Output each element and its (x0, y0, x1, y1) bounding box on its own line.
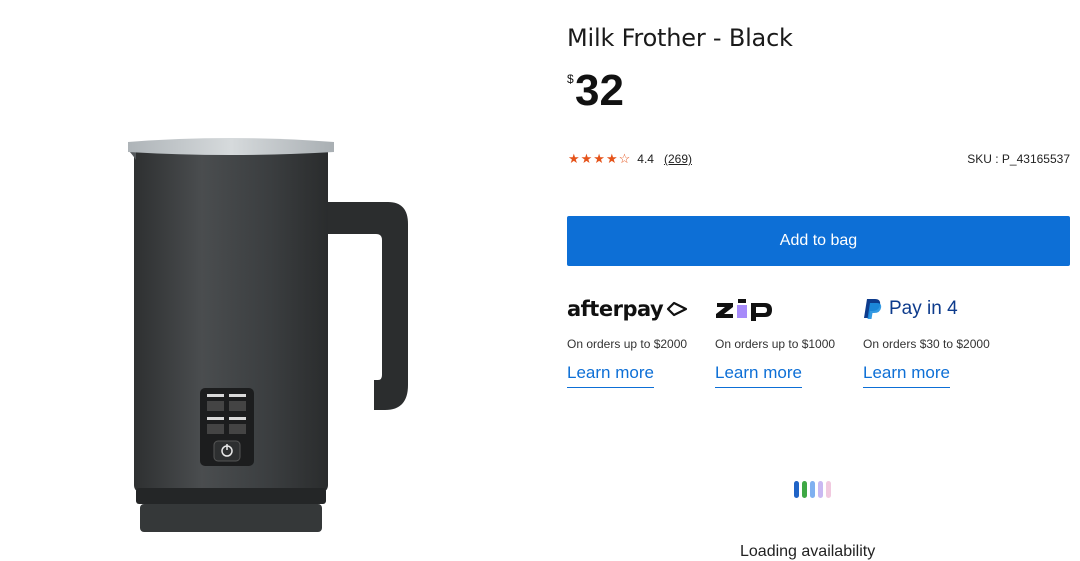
paypal-learn-more-link[interactable]: Learn more (863, 363, 950, 388)
loader-bar (802, 481, 807, 498)
loading-availability-text: Loading availability (740, 543, 876, 560)
loader-bar (810, 481, 815, 498)
loader-bar (818, 481, 823, 498)
afterpay-logo: afterpay (567, 294, 707, 324)
payment-option-zip: On orders up to $1000 Learn more (715, 294, 855, 388)
paypal-pay-in-4: Pay in 4 (889, 298, 958, 319)
zip-logo (715, 294, 855, 324)
afterpay-learn-more-link[interactable]: Learn more (567, 363, 654, 388)
payment-option-afterpay: afterpay On orders up to $2000 Learn mor… (567, 294, 707, 388)
paypal-description: On orders $30 to $2000 (863, 337, 990, 351)
loading-spinner-icon (794, 481, 831, 498)
product-title: Milk Frother - Black (567, 24, 793, 52)
add-to-bag-button[interactable]: Add to bag (567, 216, 1070, 266)
currency-symbol: $ (567, 72, 574, 86)
afterpay-logo-text: afterpay (567, 297, 664, 321)
afterpay-description: On orders up to $2000 (567, 337, 688, 351)
review-count-link[interactable]: (269) (664, 152, 692, 166)
rating-value: 4.4 (637, 152, 654, 166)
sku: SKU : P_43165537 (967, 152, 1070, 166)
milk-frother-image (128, 138, 408, 532)
rating: ★★★★☆ 4.4 (269) (568, 151, 692, 167)
paypal-logo: Pay in 4 (863, 294, 1003, 324)
zip-learn-more-link[interactable]: Learn more (715, 363, 802, 388)
paypal-icon (864, 299, 882, 319)
loader-bar (826, 481, 831, 498)
payment-option-paypal: Pay in 4 On orders $30 to $2000 Learn mo… (863, 294, 1003, 388)
zip-logo-icon (716, 299, 772, 321)
zip-description: On orders up to $1000 (715, 337, 836, 351)
afterpay-arrows-icon (667, 301, 688, 317)
price-value: 32 (575, 66, 624, 115)
star-rating-icon: ★★★★☆ (568, 151, 632, 166)
loader-bar (794, 481, 799, 498)
